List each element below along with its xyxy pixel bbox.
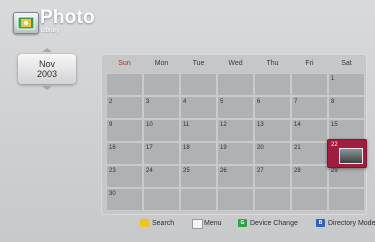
calendar-day-16[interactable]: 16 <box>106 142 143 165</box>
calendar-day-28[interactable]: 28 <box>291 165 328 188</box>
calendar-empty-cell <box>217 73 254 96</box>
month-label: Nov <box>38 59 55 69</box>
day-number: 8 <box>331 99 335 105</box>
year-label: 2003 <box>36 69 58 79</box>
calendar-day-8[interactable]: 8 <box>328 96 365 119</box>
legend-label: Device Change <box>250 220 298 227</box>
day-number: 28 <box>294 168 301 174</box>
calendar-day-24[interactable]: 24 <box>143 165 180 188</box>
calendar-day-25[interactable]: 25 <box>180 165 217 188</box>
calendar-day-14[interactable]: 14 <box>291 119 328 142</box>
calendar-day-23[interactable]: 23 <box>106 165 143 188</box>
weekday-thu: Thu <box>266 60 279 67</box>
weekday-sat: Sat <box>341 60 352 67</box>
calendar-day-30[interactable]: 30 <box>106 188 143 211</box>
page-title: Photo <box>40 7 95 28</box>
month-selector[interactable]: Nov 2003 <box>18 54 76 84</box>
day-number: 21 <box>294 145 301 151</box>
day-number: 19 <box>220 145 227 151</box>
weekday-wed: Wed <box>228 60 243 67</box>
calendar-empty-cell <box>106 73 143 96</box>
calendar-day-18[interactable]: 18 <box>180 142 217 165</box>
day-number: 1 <box>331 76 335 82</box>
calendar-day-6[interactable]: 6 <box>254 96 291 119</box>
day-number: 24 <box>146 168 153 174</box>
day-number: 25 <box>183 168 190 174</box>
day-number: 18 <box>183 145 190 151</box>
day-number: 27 <box>257 168 264 174</box>
calendar-empty-cell <box>291 73 328 96</box>
day-number: 3 <box>146 99 150 105</box>
page-subtitle: Library <box>41 28 60 34</box>
weekday-fri: Fri <box>305 60 314 67</box>
calendar-day-10[interactable]: 10 <box>143 119 180 142</box>
calendar-day-19[interactable]: 19 <box>217 142 254 165</box>
calendar-day-7[interactable]: 7 <box>291 96 328 119</box>
calendar-day-11[interactable]: 11 <box>180 119 217 142</box>
calendar-empty-cell <box>180 73 217 96</box>
calendar-day-29[interactable]: 29 <box>328 165 365 188</box>
calendar-empty-cell <box>291 188 328 211</box>
day-number: 6 <box>257 99 261 105</box>
day-number: 29 <box>331 168 338 174</box>
calendar-day-22[interactable]: 22 <box>327 139 367 168</box>
calendar-empty-cell <box>217 188 254 211</box>
calendar-panel: Sun Mon Tue Wed Thu Fri Sat 1 2 3 4 5 6 7 8 9 10 11 12 13 1… <box>101 54 367 215</box>
day-number: 10 <box>146 122 153 128</box>
day-number: 20 <box>257 145 264 151</box>
day-number: 22 <box>331 142 338 148</box>
day-number: 17 <box>146 145 153 151</box>
weekday-header: Sun Mon Tue Wed Thu Fri Sat <box>101 55 367 73</box>
calendar-day-26[interactable]: 26 <box>217 165 254 188</box>
weekday-sun: Sun <box>118 60 131 67</box>
calendar-empty-cell <box>254 73 291 96</box>
photo-library-icon <box>13 12 39 34</box>
day-number: 7 <box>294 99 298 105</box>
calendar-empty-cell <box>180 188 217 211</box>
legend-label: Directory Mode <box>328 220 375 227</box>
day-number: 12 <box>220 122 227 128</box>
day-number: 14 <box>294 122 301 128</box>
calendar-empty-cell <box>143 188 180 211</box>
day-number: 11 <box>183 122 190 128</box>
calendar-day-5[interactable]: 5 <box>217 96 254 119</box>
day-number: 4 <box>183 99 187 105</box>
legend-label: Menu <box>204 220 222 227</box>
weekday-tue: Tue <box>192 60 205 67</box>
calendar-day-17[interactable]: 17 <box>143 142 180 165</box>
color-key-icon <box>140 219 149 227</box>
color-key-icon <box>192 219 203 229</box>
month-down-arrow-icon[interactable] <box>42 86 52 90</box>
calendar-day-3[interactable]: 3 <box>143 96 180 119</box>
calendar-day-27[interactable]: 27 <box>254 165 291 188</box>
day-number: 2 <box>109 99 113 105</box>
calendar-day-1[interactable]: 1 <box>328 73 365 96</box>
month-up-arrow-icon[interactable] <box>42 48 52 52</box>
photo-thumbnail <box>339 148 363 164</box>
calendar-empty-cell <box>254 188 291 211</box>
calendar-day-2[interactable]: 2 <box>106 96 143 119</box>
day-number: 9 <box>109 122 113 128</box>
color-key-icon: G <box>238 219 247 227</box>
day-number: 23 <box>109 168 116 174</box>
day-number: 30 <box>109 191 116 197</box>
calendar-day-21[interactable]: 21 <box>291 142 328 165</box>
day-number: 16 <box>109 145 116 151</box>
calendar-empty-cell <box>143 73 180 96</box>
color-key-icon: B <box>316 219 325 227</box>
calendar-day-9[interactable]: 9 <box>106 119 143 142</box>
calendar-day-4[interactable]: 4 <box>180 96 217 119</box>
day-number: 13 <box>257 122 264 128</box>
legend-label: Search <box>152 220 175 227</box>
calendar-grid: 1 2 3 4 5 6 7 8 9 10 11 12 13 14 15 16 17 18 19 20 21 22 23 24 2… <box>106 73 367 212</box>
calendar-day-12[interactable]: 12 <box>217 119 254 142</box>
weekday-mon: Mon <box>154 60 169 67</box>
day-number: 15 <box>331 122 338 128</box>
calendar-day-20[interactable]: 20 <box>254 142 291 165</box>
day-number: 5 <box>220 99 224 105</box>
calendar-empty-cell <box>328 188 365 211</box>
calendar-day-13[interactable]: 13 <box>254 119 291 142</box>
day-number: 26 <box>220 168 227 174</box>
